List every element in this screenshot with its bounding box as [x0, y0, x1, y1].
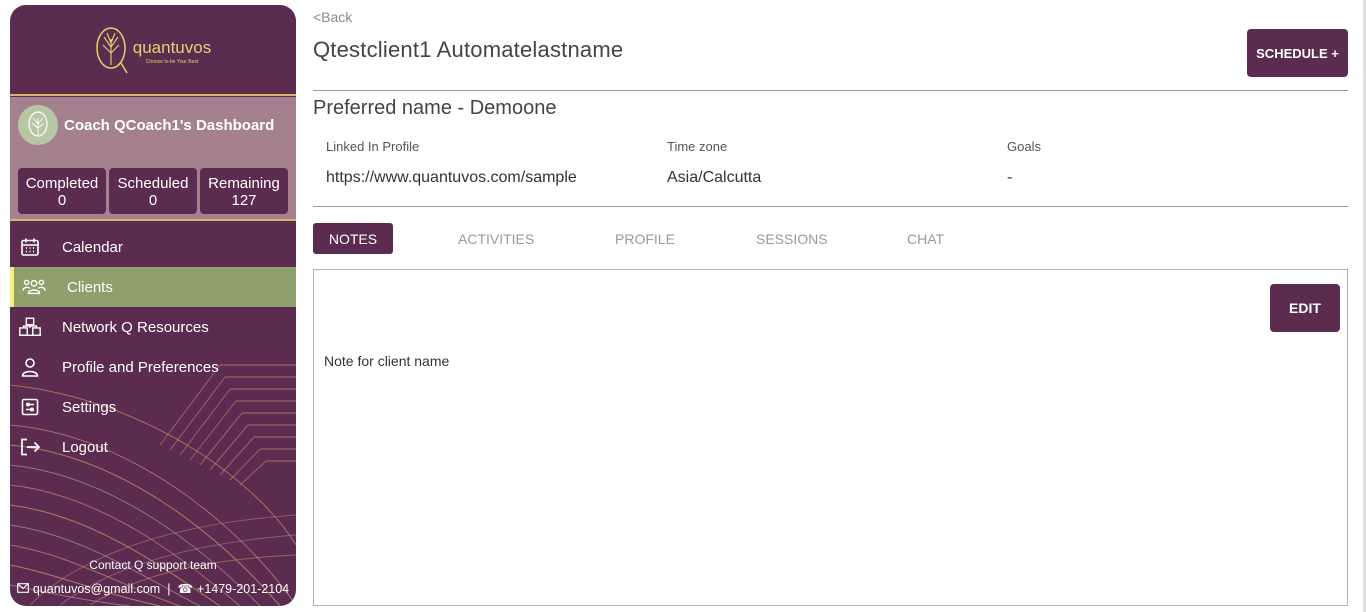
stat-label: Scheduled — [117, 175, 189, 192]
page-title: Qtestclient1 Automatelastname — [313, 37, 624, 62]
divider — [313, 206, 1348, 207]
sidebar-item-label: Clients — [67, 278, 113, 296]
separator: | — [167, 581, 171, 596]
tab-notes[interactable]: NOTES — [313, 223, 393, 254]
support-title: Contact Q support team — [89, 558, 217, 572]
settings-icon — [18, 395, 42, 419]
timezone-label: Time zone — [667, 139, 728, 154]
stat-label: Completed — [25, 175, 99, 192]
brand-tagline: Choose to be Your Best — [145, 58, 199, 65]
tab-profile[interactable]: PROFILE — [615, 223, 675, 254]
tab-chat[interactable]: CHAT — [907, 223, 944, 254]
tab-sessions[interactable]: SESSIONS — [756, 223, 828, 254]
stat-value: 0 — [148, 192, 158, 209]
mail-icon — [17, 582, 29, 596]
support-phone[interactable]: +1479-201-2104 — [197, 582, 289, 596]
sidebar-item-logout[interactable]: Logout — [10, 427, 296, 467]
schedule-button[interactable]: SCHEDULE + — [1247, 29, 1348, 77]
tree-avatar-icon — [28, 111, 48, 137]
sidebar-item-profile-and-preferences[interactable]: Profile and Preferences — [10, 347, 296, 387]
notes-panel — [313, 269, 1348, 606]
goals-value: - — [1007, 169, 1013, 186]
sidebar-item-label: Logout — [62, 438, 108, 456]
network-icon — [18, 315, 42, 339]
back-link[interactable]: <Back — [313, 9, 352, 25]
sidebar-item-label: Profile and Preferences — [62, 358, 219, 376]
sidebar-menu: Calendar Clients Network Q Resources Pro… — [10, 227, 296, 467]
edit-button[interactable]: EDIT — [1270, 284, 1340, 332]
stat-remaining: Remaining 127 — [200, 168, 288, 214]
sidebar-item-label: Settings — [62, 398, 117, 416]
logo[interactable]: quantuvos Choose to be Your Best — [10, 5, 296, 95]
calendar-icon — [18, 235, 42, 259]
sidebar-item-network-q-resources[interactable]: Network Q Resources — [10, 307, 296, 347]
goals-label: Goals — [1007, 139, 1041, 154]
tab-activities[interactable]: ACTIVITIES — [458, 223, 534, 254]
dashboard-panel: Coach QCoach1's Dashboard Completed 0 Sc… — [10, 97, 296, 219]
divider — [10, 219, 296, 221]
stat-label: Remaining — [208, 175, 280, 192]
sidebar-item-label: Calendar — [62, 238, 123, 256]
stat-scheduled: Scheduled 0 — [109, 168, 197, 214]
note-text: Note for client name — [324, 353, 450, 369]
linkedin-value[interactable]: https://www.quantuvos.com/sample — [326, 169, 577, 187]
support-email[interactable]: quantuvos@gmail.com — [33, 582, 160, 596]
phone-icon: ☎ — [177, 582, 194, 596]
stat-completed: Completed 0 — [18, 168, 106, 214]
sidebar: quantuvos Choose to be Your Best Coach Q… — [10, 5, 296, 606]
users-icon — [22, 275, 46, 299]
sidebar-item-calendar[interactable]: Calendar — [10, 227, 296, 267]
stat-value: 127 — [231, 192, 257, 209]
timezone-value: Asia/Calcutta — [667, 169, 762, 186]
linkedin-label: Linked In Profile — [326, 139, 420, 154]
preferred-name: Preferred name - Demoone — [313, 97, 557, 119]
logout-icon — [18, 435, 42, 459]
brand-name: quantuvos — [132, 37, 212, 57]
sidebar-item-settings[interactable]: Settings — [10, 387, 296, 427]
stat-value: 0 — [57, 192, 67, 209]
support-contact: Contact Q support team quantuvos@gmail.c… — [10, 558, 296, 596]
sidebar-item-clients[interactable]: Clients — [10, 267, 296, 307]
stats-row: Completed 0 Scheduled 0 Remaining 127 — [18, 168, 288, 214]
divider — [313, 90, 1348, 91]
dashboard-title: Coach QCoach1's Dashboard — [64, 116, 275, 134]
person-icon — [18, 355, 42, 379]
tree-logo-icon — [96, 27, 128, 74]
divider — [10, 94, 296, 96]
sidebar-item-label: Network Q Resources — [62, 318, 209, 336]
avatar — [18, 105, 58, 145]
